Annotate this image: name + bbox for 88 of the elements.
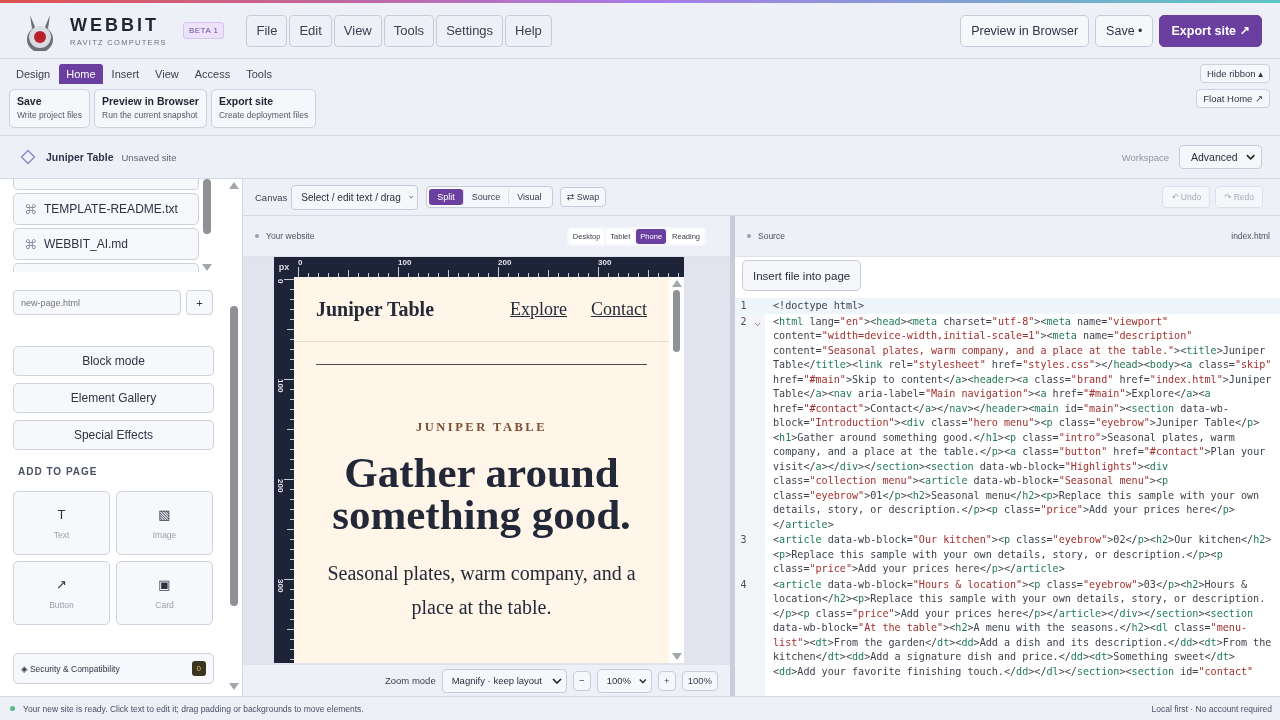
mode-select[interactable]: Select / edit text / drag xyxy=(291,184,419,210)
ribbon-button[interactable]: Preview in Browser Run the current snapshot xyxy=(94,89,207,128)
site-brand: Juniper Table xyxy=(316,297,435,321)
file-name: index.html xyxy=(1231,231,1270,241)
menu-button[interactable]: Help xyxy=(505,14,552,47)
zoom-mode-select[interactable]: Magnify · keep layout xyxy=(441,668,567,693)
page-name-field[interactable]: new-page.html xyxy=(13,290,181,315)
ruler-label: 0 xyxy=(298,258,303,267)
tool-button[interactable]: Block mode xyxy=(13,346,214,376)
line-number: 4 xyxy=(739,577,748,592)
tool-button[interactable]: Special Effects xyxy=(13,420,214,450)
security-panel-button[interactable]: ◈ Security & Compatibility 0 xyxy=(13,653,214,684)
beta-badge: BETA 1 xyxy=(182,22,225,39)
zoom-in-button[interactable]: + xyxy=(657,670,676,691)
line-number: 2 xyxy=(739,314,748,329)
zoom-reset-button[interactable]: 100% xyxy=(681,670,718,691)
layout-mode-tab[interactable]: Source xyxy=(462,189,509,205)
action-button[interactable]: Save • xyxy=(1095,14,1154,47)
chevron-icon xyxy=(1245,154,1255,160)
ribbon-button[interactable]: Save Write project files xyxy=(9,89,91,128)
swap-button[interactable]: ⇄ Swap xyxy=(559,187,607,207)
action-button[interactable]: Preview in Browser xyxy=(960,14,1090,47)
menu-button[interactable]: Edit xyxy=(289,14,332,47)
ribbon-control[interactable]: Float Home ↗ xyxy=(1196,89,1270,108)
hero-heading: Gather around something good. xyxy=(331,452,632,536)
canvas-label: Canvas xyxy=(255,191,288,203)
project-name: Juniper Table xyxy=(46,151,114,163)
line-number: 3 xyxy=(739,533,748,547)
ruler-label: 100 xyxy=(276,379,285,393)
ruler-label: 100 xyxy=(398,258,412,267)
app-name: WEBBIT xyxy=(70,14,160,36)
ruler-label: 300 xyxy=(276,579,285,593)
nav-link[interactable]: Contact xyxy=(591,298,647,320)
ribbon-tab[interactable]: Access xyxy=(187,64,238,84)
status-note: Local first · No account required xyxy=(1151,703,1272,714)
ruler-label: 0 xyxy=(276,279,285,284)
diamond-icon xyxy=(20,149,36,165)
file-item[interactable]: ⌘ TEMPLATE-README.txt xyxy=(13,193,199,225)
menu-button[interactable]: Tools xyxy=(383,14,435,47)
layout-mode-tab[interactable]: Visual xyxy=(508,189,550,205)
insert-file-button[interactable]: Insert file into page xyxy=(742,260,862,291)
ruler-label: 300 xyxy=(598,258,612,267)
add-page-button[interactable]: + xyxy=(186,290,213,315)
status-dot xyxy=(255,234,259,238)
layout-mode-tab[interactable]: Split xyxy=(429,189,463,205)
menu-button[interactable]: Settings xyxy=(436,14,504,47)
tool-button[interactable]: Element Gallery xyxy=(13,383,214,413)
zoom-mode-label: Zoom mode xyxy=(385,675,436,686)
ribbon-tab[interactable]: Insert xyxy=(104,64,147,84)
line-number: 1 xyxy=(739,299,748,313)
ribbon-tab[interactable]: Home xyxy=(59,64,103,84)
zoom-out-button[interactable]: − xyxy=(572,670,591,691)
status-dot xyxy=(747,234,751,238)
section-heading: ADD TO PAGE xyxy=(18,466,99,477)
fold-icon[interactable] xyxy=(754,321,761,327)
workspace-label: Workspace xyxy=(1121,151,1169,163)
add-element-tile[interactable]: ▣ Card xyxy=(116,561,213,625)
pane-title: Source xyxy=(758,231,785,241)
add-element-tile[interactable]: ↗ Button xyxy=(13,561,110,625)
ribbon-button[interactable]: Export site Create deployment files xyxy=(210,89,317,128)
chevron-icon xyxy=(639,677,647,684)
add-element-tile[interactable]: T Text xyxy=(13,491,110,555)
add-element-tile[interactable]: ▧ Image xyxy=(116,491,213,555)
code-line: <article data-wb-block="Hours & location"><p class="eyebrow">03</p><h2>Hours & location</h2><p>Replace this sample with your own details, story, or description.</p><p class="price">Add your prices here</p></article></div></section><section data-wb-block="At the table"><h2>A menu with the seasons.</h2><dl class="menu-list"><dt>From the garden</dt><dd>Add a dish and its description.</dd><dt>From the kitchen</dt><dd>Add a signature dish and price.</dd><dt>Something sweet</dt><dd>Add your favorite finishing touch.</dd></dl></section><section id="contact" xyxy=(772,577,1273,679)
ribbon-tab[interactable]: Tools xyxy=(239,64,279,84)
ruler-label: 200 xyxy=(498,258,512,267)
ribbon-tab[interactable]: Design xyxy=(9,64,58,84)
chevron-icon xyxy=(551,677,562,684)
intro-text: Seasonal plates, warm company, and a place at the table. xyxy=(326,561,637,621)
chevron-icon xyxy=(408,194,414,200)
zoom-select[interactable]: 100% xyxy=(596,668,652,693)
eyebrow-text: JUNIPER TABLE xyxy=(415,420,548,435)
file-item[interactable]: ⌘ WEBBIT_AI.md xyxy=(13,228,199,260)
ruler-label: 200 xyxy=(276,479,285,493)
menu-button[interactable]: View xyxy=(333,14,382,47)
ribbon-control[interactable]: Hide ribbon ▴ xyxy=(1200,64,1270,83)
pane-title: Your website xyxy=(266,231,315,241)
status-message: Your new site is ready. Click text to edit it; drag padding or backgrounds to move elements. xyxy=(23,703,364,714)
workspace-select[interactable]: Advanced xyxy=(1179,145,1262,169)
nav-link[interactable]: Explore xyxy=(510,298,567,320)
menu-button[interactable]: File xyxy=(246,14,288,47)
status-dot xyxy=(10,706,15,711)
ruler-unit: px xyxy=(277,261,291,274)
project-status: Unsaved site xyxy=(121,151,177,163)
ribbon-tab[interactable]: View xyxy=(148,64,186,84)
export-button[interactable]: Export site ↗ xyxy=(1159,14,1262,47)
scrollbar[interactable] xyxy=(669,277,684,663)
count-badge: 0 xyxy=(191,661,206,676)
